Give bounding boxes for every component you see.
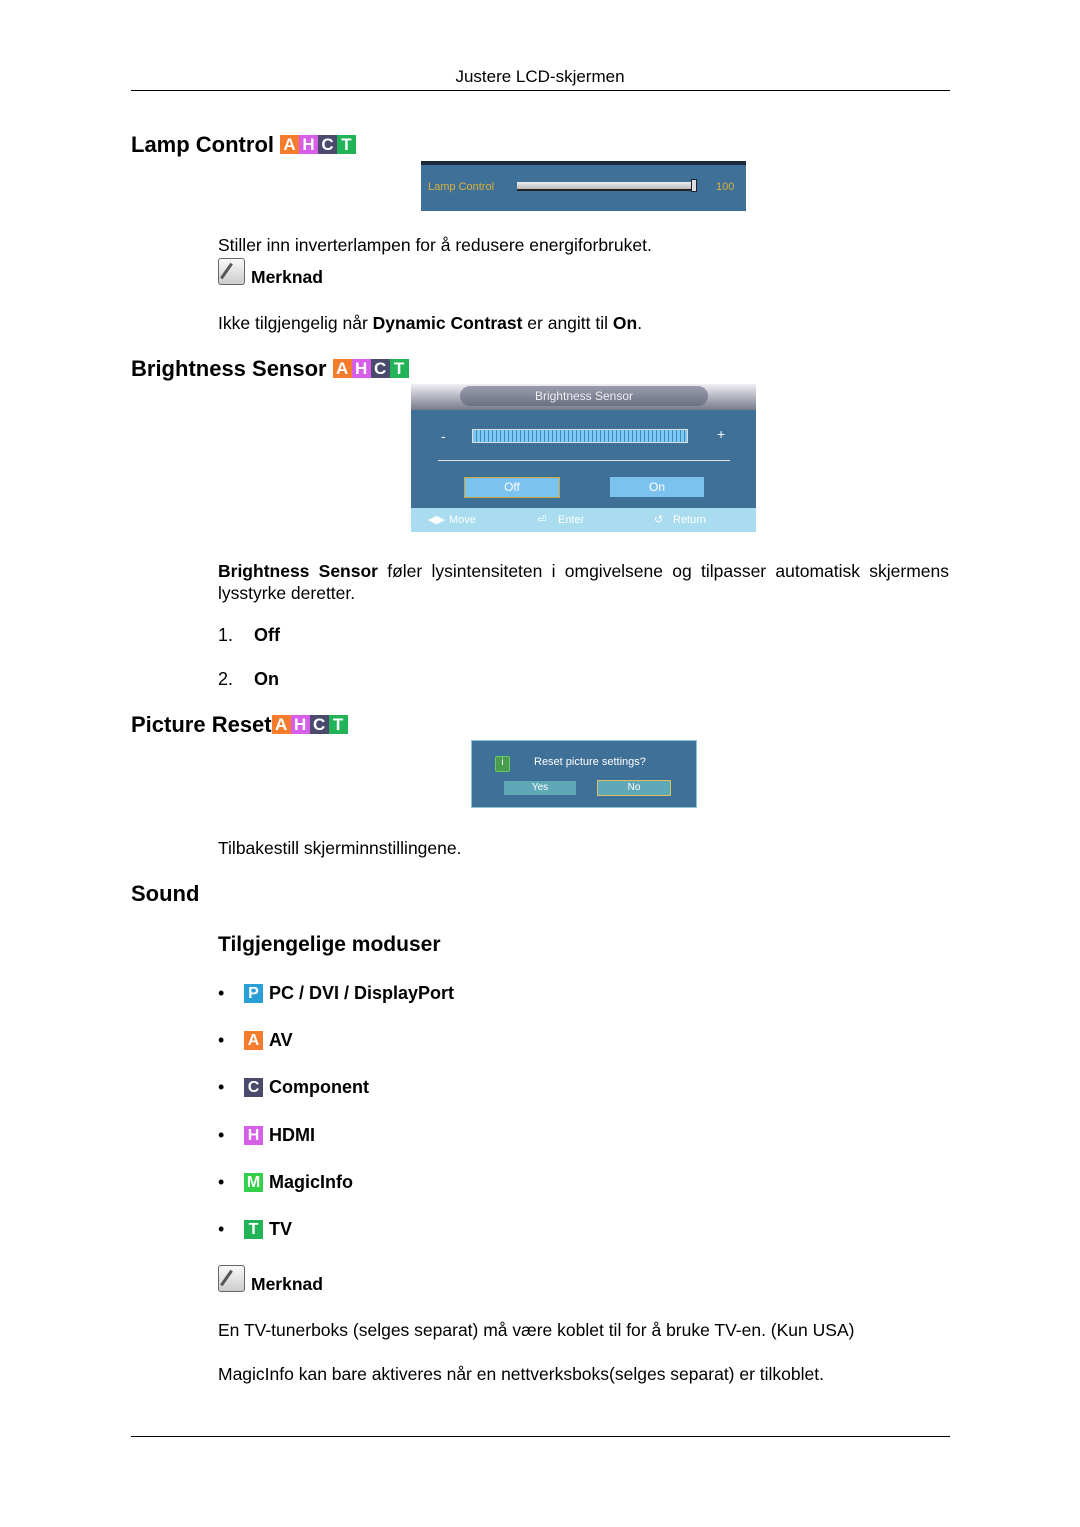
mode-badge-t: T <box>328 715 348 734</box>
sound-heading: Sound <box>131 881 200 906</box>
option-item: 1. Off <box>218 625 280 646</box>
dialog-question: Reset picture settings? <box>534 756 646 768</box>
osd-value: 100 <box>716 181 735 193</box>
mode-badge-icon: C <box>244 1078 263 1098</box>
option-item: 2. On <box>218 669 279 690</box>
heading-text: Brightness Sensor <box>131 356 327 381</box>
no-button[interactable]: No <box>597 780 671 796</box>
mode-label: TV <box>269 1219 293 1239</box>
mode-badges: AHCT <box>280 135 356 154</box>
t: On <box>254 669 279 689</box>
mode-badge-c: C <box>309 715 329 734</box>
divider <box>131 1436 950 1437</box>
brightness-sensor-osd: Brightness Sensor - + Off On ◀▶ Move ⏎ Ent… <box>411 384 756 532</box>
mode-item: • M MagicInfo <box>218 1172 353 1193</box>
enter-label: Enter <box>558 514 585 526</box>
mode-badge-t: T <box>389 359 409 378</box>
lamp-control-heading: Lamp Control A H C T <box>131 132 356 158</box>
mode-badge-t: T <box>337 135 356 154</box>
brightness-sensor-heading: Brightness Sensor A H C T <box>131 356 409 382</box>
note-icon <box>218 258 245 285</box>
mode-label: MagicInfo <box>269 1171 353 1192</box>
mode-item: • P PC / DVI / DisplayPort <box>218 983 454 1004</box>
note-icon <box>218 1265 245 1292</box>
slider-handle[interactable] <box>691 179 697 192</box>
plus-label: + <box>717 426 726 442</box>
bullet: • <box>218 1077 225 1098</box>
mode-badges: AHCT <box>332 359 409 378</box>
mode-badge-a: A <box>280 135 299 154</box>
osd-title: Brightness Sensor <box>460 386 708 406</box>
mode-label: PC / DVI / DisplayPort <box>269 983 455 1003</box>
bullet: • <box>218 1171 225 1192</box>
bullet: • <box>218 1030 225 1051</box>
sound-note-2: MagicInfo kan bare aktiveres når en nett… <box>218 1364 824 1384</box>
mode-label: HDMI <box>269 1124 315 1145</box>
bullet: • <box>218 1124 225 1145</box>
return-label: Return <box>673 514 707 526</box>
page: Justere LCD-skjermen Lamp Control A H C T La… <box>0 0 1080 1527</box>
off-button[interactable]: Off <box>464 477 560 498</box>
lamp-note: Ikke tilgjengelig når Dynamic Contrast e… <box>218 312 642 334</box>
brightness-bar[interactable] <box>472 429 688 443</box>
divider <box>131 90 950 91</box>
picture-reset-heading: Picture Reset A H C T <box>131 712 348 738</box>
reset-desc: Tilbakestill skjerminnstillingene. <box>218 838 462 858</box>
lamp-desc: Stiller inn inverterlampen for å reduser… <box>218 235 652 255</box>
t: Dynamic Contrast <box>372 313 523 333</box>
mode-badge-a: A <box>332 359 352 378</box>
t: 1. <box>218 625 234 645</box>
mode-badge-h: H <box>290 715 310 734</box>
move-icon: ◀▶ <box>428 514 445 526</box>
yes-button[interactable]: Yes <box>504 781 576 795</box>
lamp-control-osd: Lamp Control 100 <box>421 161 746 211</box>
mode-badge-icon: P <box>244 984 263 1003</box>
enter-icon: ⏎ <box>537 514 547 526</box>
minus-label: - <box>441 428 446 444</box>
lamp-slider[interactable] <box>517 179 697 192</box>
t: 2. <box>218 669 234 689</box>
mode-badge-icon: H <box>244 1125 263 1145</box>
mode-badge-h: H <box>299 135 318 154</box>
mode-item: • C Component <box>218 1077 369 1098</box>
brightness-desc: Brightness Sensor føler lysintensiteten … <box>218 560 949 604</box>
t: Off <box>254 625 280 645</box>
heading-text: Lamp Control <box>131 132 274 157</box>
t: er angitt til <box>522 313 613 333</box>
on-button[interactable]: On <box>610 477 704 497</box>
bullet: • <box>218 1219 225 1239</box>
note-label: Merknad <box>251 1274 323 1294</box>
move-label: Move <box>449 514 476 526</box>
osd-label: Lamp Control <box>428 181 495 193</box>
sound-note-1: En TV-tunerboks (selges separat) må være… <box>218 1320 855 1340</box>
modes-heading: Tilgjengelige moduser <box>218 933 441 956</box>
t: On <box>612 313 638 333</box>
mode-label: AV <box>269 1030 293 1051</box>
page-header: Justere LCD-skjermen <box>455 67 625 86</box>
mode-badge-icon: A <box>244 1031 263 1051</box>
note-label: Merknad <box>251 267 323 287</box>
mode-badge-c: C <box>318 135 337 154</box>
mode-badge-a: A <box>271 715 291 734</box>
mode-badges: AHCT <box>271 715 348 734</box>
mode-badge-h: H <box>351 359 371 378</box>
mode-item: • H HDMI <box>218 1125 315 1146</box>
mode-item: • A AV <box>218 1030 293 1051</box>
t: . <box>637 313 643 333</box>
reset-dialog: i Reset picture settings? Yes No <box>471 740 697 808</box>
bullet: • <box>218 983 225 1003</box>
mode-item: • T TV <box>218 1219 292 1240</box>
info-icon: i <box>495 756 510 772</box>
t: Brightness Sensor <box>218 561 378 581</box>
osd-footer: ◀▶ Move ⏎ Enter ↺ Return <box>411 508 756 532</box>
t: Ikke tilgjengelig når <box>218 313 373 333</box>
return-icon: ↺ <box>654 514 664 526</box>
note-heading: Merknad <box>218 258 323 292</box>
note-heading: Merknad <box>218 1265 323 1299</box>
mode-label: Component <box>269 1077 369 1098</box>
mode-badge-icon: T <box>244 1220 263 1239</box>
heading-text: Picture Reset <box>131 712 272 737</box>
mode-badge-icon: M <box>244 1172 263 1192</box>
mode-badge-c: C <box>370 359 390 378</box>
